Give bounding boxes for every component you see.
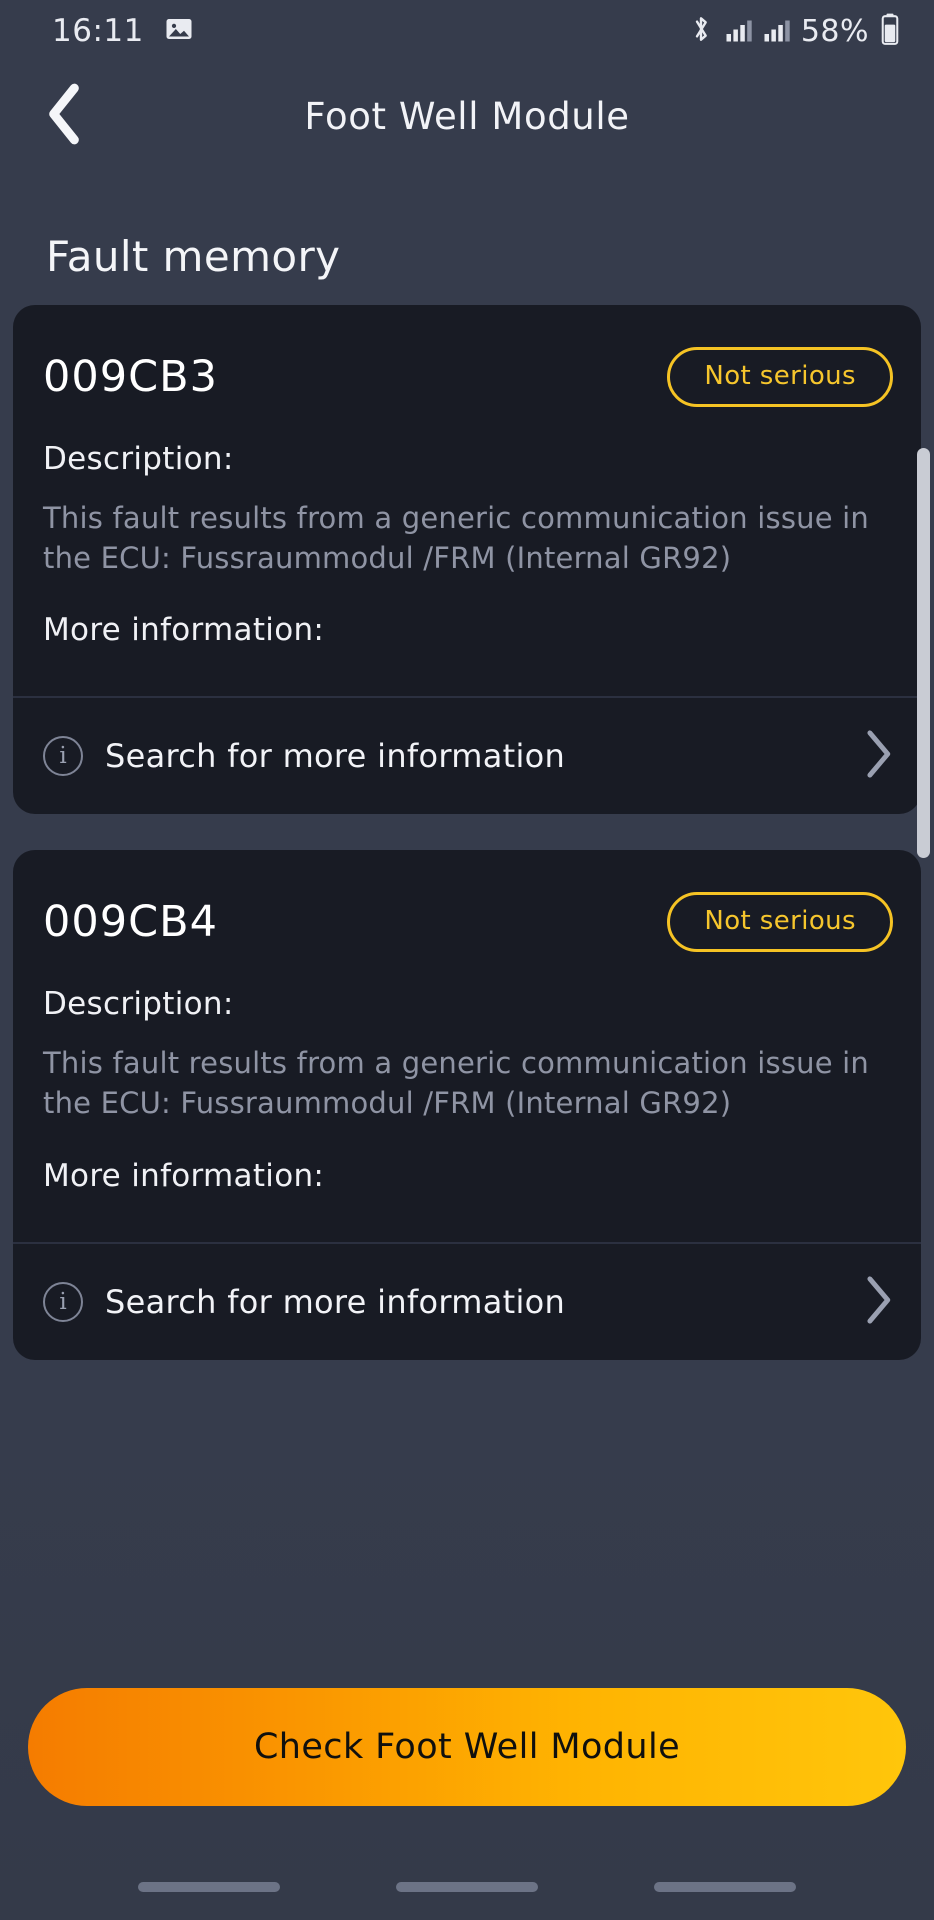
- fault-description: This fault results from a generic commun…: [43, 501, 870, 575]
- system-navigation-bar: [0, 1882, 934, 1892]
- image-icon: [164, 14, 194, 48]
- description-label: Description:: [43, 986, 234, 1023]
- fault-card: 009CB4 Not serious Description: This fau…: [13, 850, 921, 1360]
- nav-pill-recents[interactable]: [138, 1882, 280, 1892]
- nav-pill-back[interactable]: [654, 1882, 796, 1892]
- signal-bars-icon: [725, 16, 752, 47]
- info-circle-icon: i: [43, 736, 83, 777]
- cta-container: Check Foot Well Module: [0, 1688, 934, 1806]
- battery-percent-label: 58%: [800, 13, 869, 49]
- status-badge[interactable]: Not serious: [667, 347, 893, 407]
- signal-bars-icon: [763, 16, 790, 47]
- page-title: Foot Well Module: [304, 94, 630, 138]
- more-information-label: More information:: [43, 1157, 325, 1194]
- bluetooth-icon: [688, 13, 714, 49]
- fault-description: This fault results from a generic commun…: [43, 1046, 870, 1121]
- status-badge[interactable]: Not serious: [667, 892, 893, 953]
- check-module-button[interactable]: Check Foot Well Module: [28, 1688, 906, 1806]
- status-bar-clock: 16:11: [52, 13, 144, 49]
- chevron-right-icon: [863, 1274, 893, 1330]
- search-more-information-label: Search for more information: [105, 1282, 566, 1321]
- more-information-label: More information:: [43, 612, 325, 649]
- fault-card-header: 009CB3 Not serious: [13, 305, 921, 407]
- fault-card-header: 009CB4 Not serious: [13, 850, 921, 953]
- vertical-scrollbar[interactable]: [917, 448, 930, 858]
- status-bar-left: 16:11: [52, 13, 194, 49]
- nav-pill-home[interactable]: [396, 1882, 538, 1892]
- fault-code: 009CB3: [43, 352, 218, 402]
- fault-code: 009CB4: [43, 897, 218, 948]
- section-heading: Fault memory: [46, 232, 341, 281]
- search-more-information-row[interactable]: i Search for more information: [13, 1244, 921, 1360]
- info-circle-icon: i: [43, 1281, 83, 1322]
- description-label: Description:: [43, 441, 234, 477]
- chevron-right-icon: [863, 728, 893, 784]
- search-more-information-row[interactable]: i Search for more information: [13, 698, 921, 814]
- app-bar: Foot Well Module: [0, 62, 934, 170]
- chevron-left-icon: [43, 83, 85, 149]
- back-button[interactable]: [24, 76, 104, 156]
- app-screen: 16:11 58% Foot Well Module Fault memory …: [0, 0, 934, 1920]
- search-more-information-label: Search for more information: [105, 737, 566, 776]
- status-bar: 16:11 58%: [0, 0, 934, 62]
- battery-icon: [880, 13, 900, 49]
- status-bar-right: 58%: [688, 13, 900, 49]
- fault-card: 009CB3 Not serious Description: This fau…: [13, 305, 921, 815]
